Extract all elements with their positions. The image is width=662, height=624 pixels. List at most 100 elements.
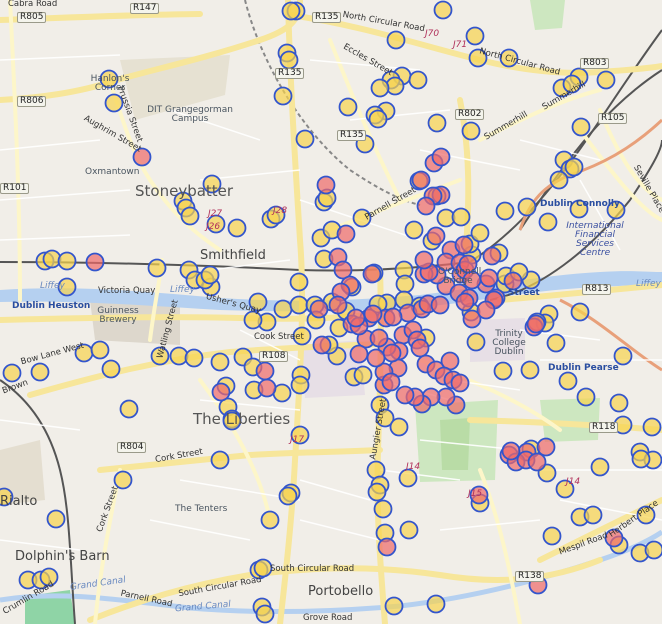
map-marker-red[interactable] [381, 372, 401, 392]
map-marker-yellow[interactable] [564, 157, 584, 177]
map-marker-yellow[interactable] [147, 258, 167, 278]
map-marker-yellow[interactable] [255, 604, 275, 624]
map-marker-yellow[interactable] [583, 505, 603, 525]
map-marker-yellow[interactable] [426, 594, 446, 614]
map-marker-yellow[interactable] [373, 499, 393, 519]
map-marker-yellow[interactable] [2, 363, 22, 383]
map-marker-yellow[interactable] [520, 360, 540, 380]
map-marker-red[interactable] [336, 224, 356, 244]
map-marker-red[interactable] [450, 373, 470, 393]
map-marker-red[interactable] [526, 314, 546, 334]
map-marker-red[interactable] [482, 246, 502, 266]
map-marker-red[interactable] [316, 175, 336, 195]
map-marker-yellow[interactable] [289, 272, 309, 292]
map-marker-yellow[interactable] [644, 540, 662, 560]
map-marker-yellow[interactable] [338, 97, 358, 117]
map-marker-yellow[interactable] [517, 197, 537, 217]
map-marker-yellow[interactable] [631, 449, 651, 469]
map-marker-red[interactable] [312, 335, 332, 355]
map-marker-yellow[interactable] [642, 417, 662, 437]
map-marker-red[interactable] [527, 452, 547, 472]
map-marker-yellow[interactable] [538, 212, 558, 232]
map-marker-yellow[interactable] [465, 26, 485, 46]
map-marker-red[interactable] [416, 196, 436, 216]
map-marker-red[interactable] [426, 226, 446, 246]
map-marker-red[interactable] [346, 308, 366, 328]
map-marker-yellow[interactable] [180, 206, 200, 226]
map-marker-yellow[interactable] [558, 371, 578, 391]
map-marker-yellow[interactable] [461, 121, 481, 141]
map-marker-red[interactable] [309, 299, 329, 319]
map-marker-yellow[interactable] [542, 526, 562, 546]
map-marker-yellow[interactable] [493, 361, 513, 381]
map-marker-yellow[interactable] [427, 113, 447, 133]
map-marker-yellow[interactable] [384, 596, 404, 616]
map-marker-yellow[interactable] [571, 117, 591, 137]
map-marker-yellow[interactable] [200, 265, 220, 285]
map-marker-red[interactable] [501, 441, 521, 461]
map-marker-red[interactable] [377, 537, 397, 557]
map-marker-yellow[interactable] [289, 295, 309, 315]
map-marker-yellow[interactable] [570, 302, 590, 322]
map-marker-red[interactable] [476, 300, 496, 320]
map-marker-yellow[interactable] [227, 218, 247, 238]
map-marker-yellow[interactable] [260, 510, 280, 530]
map-marker-yellow[interactable] [404, 220, 424, 240]
map-marker-red[interactable] [395, 385, 415, 405]
map-marker-red[interactable] [328, 295, 348, 315]
map-marker-yellow[interactable] [451, 207, 471, 227]
map-marker-yellow[interactable] [184, 348, 204, 368]
map-marker-yellow[interactable] [210, 450, 230, 470]
map-marker-red[interactable] [349, 344, 369, 364]
map-marker-red[interactable] [455, 292, 475, 312]
map-marker-red[interactable] [366, 348, 386, 368]
map-marker-red[interactable] [430, 295, 450, 315]
map-marker-red[interactable] [383, 307, 403, 327]
map-marker-yellow[interactable] [395, 274, 415, 294]
map-marker-yellow[interactable] [609, 393, 629, 413]
map-marker-yellow[interactable] [101, 359, 121, 379]
map-marker-red[interactable] [454, 235, 474, 255]
map-marker-yellow[interactable] [279, 50, 299, 70]
map-marker-yellow[interactable] [273, 86, 293, 106]
map-marker-red[interactable] [85, 252, 105, 272]
map-marker-yellow[interactable] [90, 340, 110, 360]
map-marker-red[interactable] [479, 268, 499, 288]
map-marker-red[interactable] [536, 437, 556, 457]
map-marker-yellow[interactable] [295, 129, 315, 149]
map-marker-yellow[interactable] [590, 457, 610, 477]
map-marker-red[interactable] [431, 147, 451, 167]
map-marker-yellow[interactable] [367, 482, 387, 502]
map-marker-yellow[interactable] [470, 223, 490, 243]
map-marker-yellow[interactable] [596, 70, 616, 90]
map-marker-yellow[interactable] [253, 558, 273, 578]
map-marker-yellow[interactable] [370, 78, 390, 98]
map-marker-yellow[interactable] [210, 352, 230, 372]
map-marker-red[interactable] [362, 264, 382, 284]
map-marker-yellow[interactable] [399, 520, 419, 540]
map-marker-yellow[interactable] [353, 365, 373, 385]
map-marker-yellow[interactable] [290, 375, 310, 395]
map-marker-yellow[interactable] [576, 387, 596, 407]
map-canvas[interactable]: R805 R147 R135 R135 R135 R806 R802 R803 … [0, 0, 662, 624]
map-marker-red[interactable] [257, 378, 277, 398]
map-marker-yellow[interactable] [549, 170, 569, 190]
map-marker-red[interactable] [410, 338, 430, 358]
map-marker-yellow[interactable] [408, 70, 428, 90]
map-marker-yellow[interactable] [466, 332, 486, 352]
map-marker-yellow[interactable] [278, 486, 298, 506]
map-marker-red[interactable] [503, 271, 523, 291]
map-marker-yellow[interactable] [46, 509, 66, 529]
map-marker-red[interactable] [363, 304, 383, 324]
map-marker-yellow[interactable] [386, 30, 406, 50]
map-marker-yellow[interactable] [30, 362, 50, 382]
map-marker-red[interactable] [211, 382, 231, 402]
map-marker-yellow[interactable] [613, 346, 633, 366]
map-marker-red[interactable] [255, 361, 275, 381]
map-marker-yellow[interactable] [546, 333, 566, 353]
map-marker-yellow[interactable] [433, 0, 453, 20]
map-marker-red[interactable] [369, 328, 389, 348]
map-marker-yellow[interactable] [57, 251, 77, 271]
map-marker-yellow[interactable] [281, 1, 301, 21]
map-marker-yellow[interactable] [119, 399, 139, 419]
